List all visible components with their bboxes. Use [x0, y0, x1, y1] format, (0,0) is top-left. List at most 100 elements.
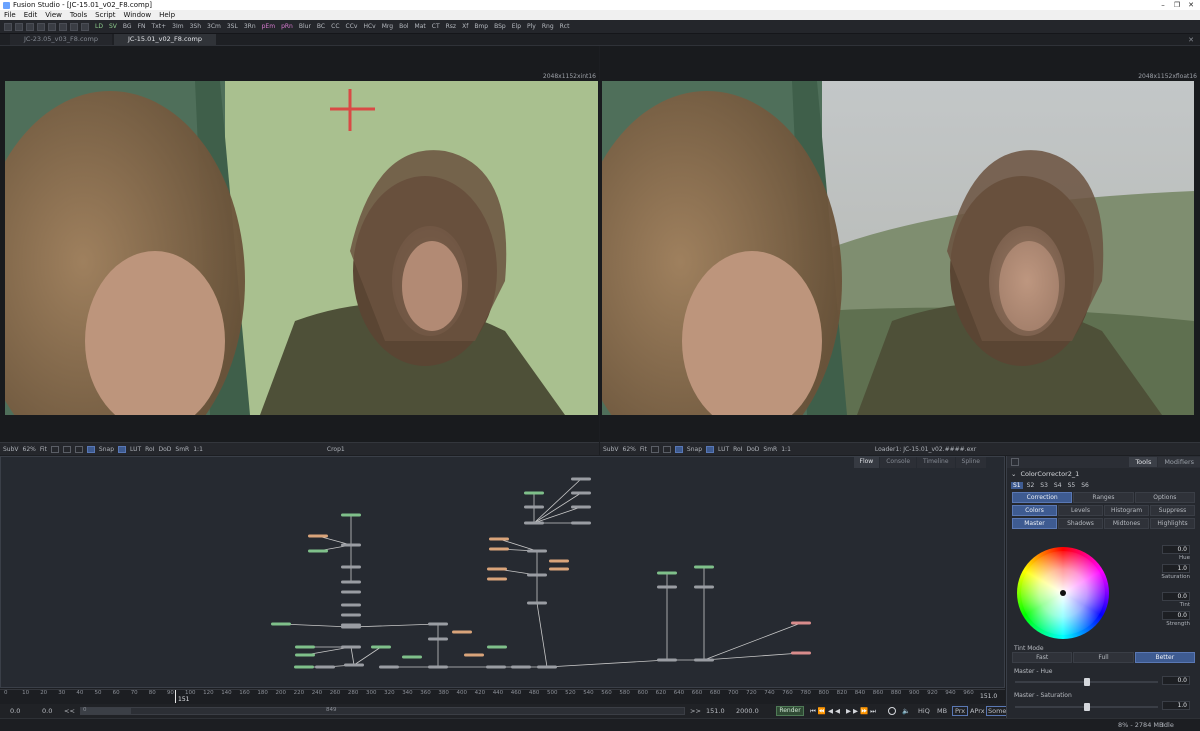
flow-node[interactable]: [341, 645, 361, 649]
playback-controls[interactable]: ⏮⏪◀◀ ▶▶⏩⏭: [810, 707, 878, 716]
flow-node[interactable]: [341, 613, 361, 617]
render-end-field[interactable]: 151.0: [706, 707, 725, 715]
lut-button-right[interactable]: LUT: [718, 446, 729, 453]
ratio-button-right[interactable]: 1:1: [781, 446, 791, 453]
lut-button[interactable]: LUT: [130, 446, 141, 453]
lock-icon[interactable]: [59, 22, 67, 31]
tool-ct-button[interactable]: CT: [429, 23, 443, 30]
master-hue-field[interactable]: 0.0: [1162, 676, 1190, 685]
flow-node[interactable]: [657, 571, 677, 575]
flow-node[interactable]: [524, 491, 544, 495]
tool-txt-button[interactable]: Txt+: [149, 23, 170, 30]
tool-bsp-button[interactable]: BSp: [491, 23, 509, 30]
tab-histogram[interactable]: Histogram: [1104, 505, 1149, 516]
flow-node[interactable]: [371, 645, 391, 649]
mb-button[interactable]: MB: [937, 707, 947, 715]
flow-node[interactable]: [315, 665, 335, 669]
master-hue-knob[interactable]: [1083, 678, 1090, 686]
smr-button-right[interactable]: SmR: [763, 446, 777, 453]
menu-file[interactable]: File: [4, 11, 16, 19]
flow-node[interactable]: [341, 603, 361, 607]
jump-forward-button[interactable]: >>: [690, 707, 701, 715]
flow-node[interactable]: [524, 505, 544, 509]
tab-console[interactable]: Console: [880, 457, 917, 468]
flow-node[interactable]: [694, 565, 714, 569]
tab-tools[interactable]: Tools: [1129, 457, 1158, 467]
smr-button[interactable]: SmR: [175, 446, 189, 453]
tint-better[interactable]: Better: [1134, 652, 1195, 663]
tool-bg-button[interactable]: BG: [120, 23, 135, 30]
tab-highlights[interactable]: Highlights: [1150, 518, 1195, 529]
version-s4[interactable]: S4: [1052, 482, 1064, 489]
flow-node[interactable]: [294, 665, 314, 669]
tab-colors[interactable]: Colors: [1012, 505, 1057, 516]
tool-cc-button[interactable]: CC: [328, 23, 342, 30]
tool-3rn-button[interactable]: 3Rn: [241, 23, 259, 30]
tool-bol-button[interactable]: Bol: [396, 23, 411, 30]
flow-node[interactable]: [341, 625, 361, 629]
time-ruler[interactable]: 0 10 20 30 40 50 60 70 80 90 100 120 140 160 180 200 220…: [0, 689, 1005, 703]
flow-node[interactable]: [341, 580, 361, 584]
flow-node[interactable]: [341, 565, 361, 569]
viewer-left[interactable]: 2048x1152xint16: [0, 46, 599, 442]
new-icon[interactable]: [4, 22, 12, 31]
rect-icon-right[interactable]: [662, 445, 671, 453]
subview-button[interactable]: SubV: [3, 446, 19, 453]
close-tab-icon[interactable]: ✕: [1188, 36, 1194, 44]
tab-jc-23-05[interactable]: JC-23.05_v03_F8.comp: [10, 34, 112, 45]
menu-edit[interactable]: Edit: [24, 11, 38, 19]
viewer-right[interactable]: 2048x1152xfloat16: [600, 46, 1200, 442]
hue-field[interactable]: 0.0: [1162, 545, 1190, 554]
master-saturation-slider[interactable]: [1015, 703, 1158, 711]
menu-window[interactable]: Window: [123, 11, 151, 19]
settings-icon[interactable]: [81, 22, 89, 31]
flow-node[interactable]: [341, 543, 361, 547]
alpha-icon-right[interactable]: [674, 445, 683, 453]
flow-node[interactable]: [527, 573, 547, 577]
circle-icon[interactable]: [74, 445, 83, 453]
channel-icon-right[interactable]: [706, 445, 715, 453]
audio-icon[interactable]: 🔈: [902, 707, 910, 715]
tab-midtones[interactable]: Midtones: [1104, 518, 1149, 529]
close-button[interactable]: ✕: [1184, 0, 1198, 10]
tool-3sh-button[interactable]: 3Sh: [187, 23, 204, 30]
prx-button[interactable]: Prx: [952, 706, 969, 716]
flow-node[interactable]: [402, 655, 422, 659]
flow-node[interactable]: [571, 477, 591, 481]
flow-node[interactable]: [549, 567, 569, 571]
tool-prn-button[interactable]: pRn: [278, 23, 296, 30]
flow-node[interactable]: [428, 665, 448, 669]
tool-header[interactable]: ⌄ ColorCorrector2_1: [1007, 468, 1200, 480]
hiq-button[interactable]: HiQ: [918, 707, 930, 715]
tint-field[interactable]: 0.0: [1162, 592, 1190, 601]
tab-flow[interactable]: Flow: [853, 457, 880, 468]
master-saturation-field[interactable]: 1.0: [1162, 701, 1190, 710]
tool-mat-button[interactable]: Mat: [412, 23, 429, 30]
flow-node[interactable]: [308, 534, 328, 538]
tool-ply-button[interactable]: Ply: [524, 23, 539, 30]
tint-full[interactable]: Full: [1073, 652, 1134, 663]
global-start-field[interactable]: 0.0: [10, 707, 20, 715]
menu-script[interactable]: Script: [95, 11, 115, 19]
subview-button-right[interactable]: SubV: [603, 446, 619, 453]
expand-icon[interactable]: ⌄: [1011, 470, 1016, 478]
version-s1[interactable]: S1: [1011, 481, 1023, 489]
tool-pem-button[interactable]: pEm: [259, 23, 278, 30]
tool-rct-button[interactable]: Rct: [557, 23, 573, 30]
zoom-level-right[interactable]: 62%: [623, 446, 636, 453]
draw-icon[interactable]: [50, 445, 59, 453]
menu-view[interactable]: View: [45, 11, 62, 19]
tab-modifiers[interactable]: Modifiers: [1158, 457, 1200, 467]
flow-node[interactable]: [295, 653, 315, 657]
zoom-level[interactable]: 62%: [23, 446, 36, 453]
tool-ld-button[interactable]: LD: [92, 23, 106, 30]
open-icon[interactable]: [15, 22, 23, 31]
flow-node[interactable]: [694, 585, 714, 589]
flow-node[interactable]: [791, 621, 811, 625]
flow-node[interactable]: [489, 537, 509, 541]
node-graph[interactable]: [1, 457, 1004, 687]
flow-node[interactable]: [571, 521, 591, 525]
tool-3cm-button[interactable]: 3Cm: [204, 23, 224, 30]
flow-node[interactable]: [464, 653, 484, 657]
tab-timeline[interactable]: Timeline: [917, 457, 955, 468]
